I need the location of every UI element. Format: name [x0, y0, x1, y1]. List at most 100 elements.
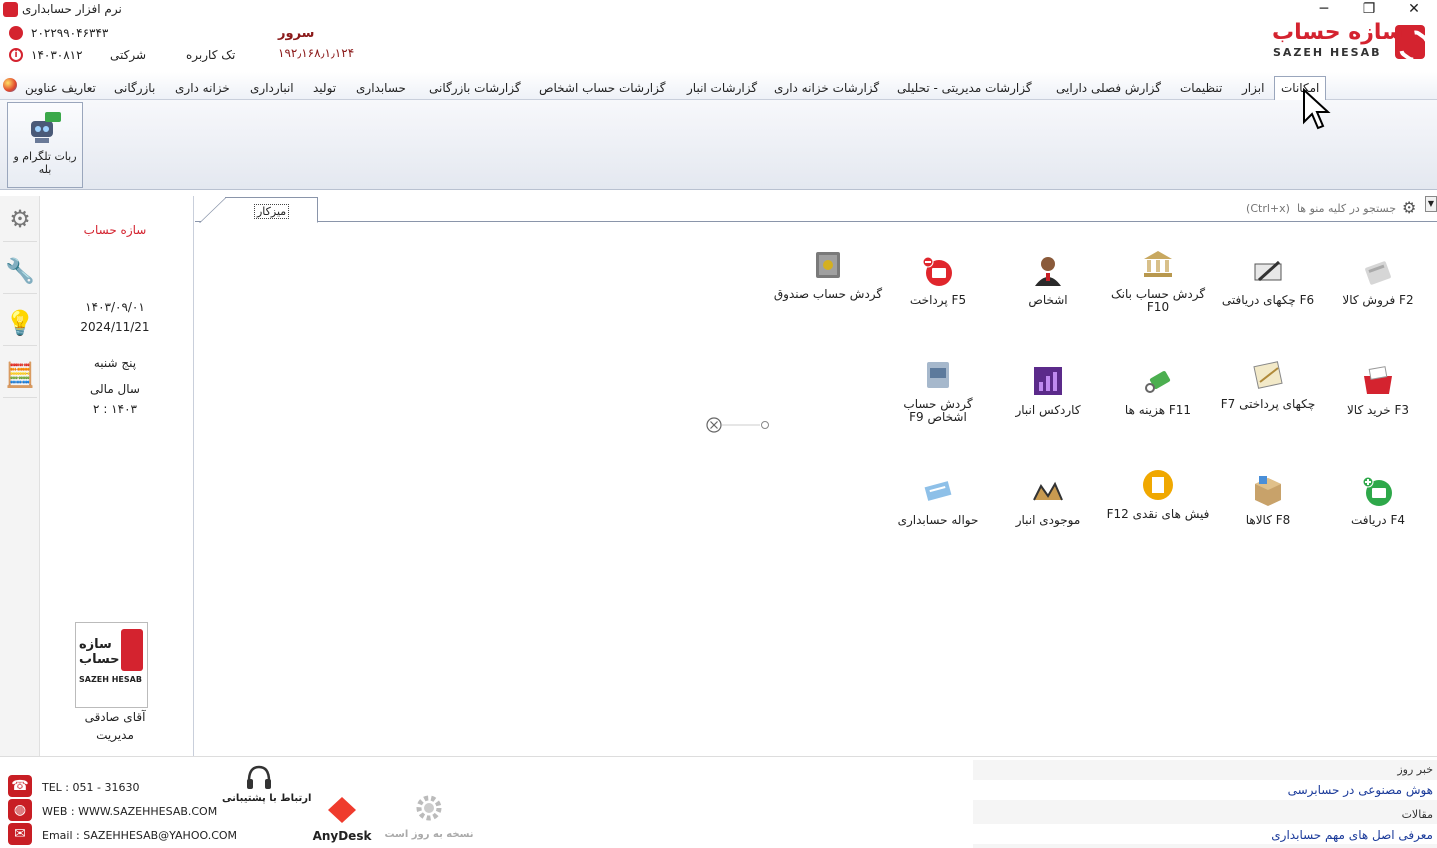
update-gear-icon: [416, 795, 442, 821]
tab-commerce-reports[interactable]: گزارشات بازرگانی: [429, 81, 521, 95]
logo-text-fa: سازه حساب: [1272, 20, 1404, 45]
contact-tel: TEL : 051 - 31630: [42, 781, 140, 794]
info-panel: سازه حساب ۱۴۰۳/۰۹/۰۱ 2024/11/21 پنج شنبه…: [40, 196, 194, 756]
tab-warehouse-reports[interactable]: گزارشات انبار: [687, 81, 757, 95]
window-title: نرم افزار حسابداری: [22, 2, 122, 16]
user-role: مدیریت: [96, 728, 134, 742]
gear-icon[interactable]: ⚙: [3, 196, 37, 242]
phone-icon: ☎: [8, 775, 32, 797]
desk-item-label: موجودی انبار: [1015, 513, 1081, 527]
ribbon: ربات تلگرام و بله: [0, 100, 1437, 190]
lock-icon: [9, 26, 23, 40]
article-item-link[interactable]: معرفی اصل های مهم حسابداری: [1271, 828, 1433, 842]
dropdown-arrow-icon[interactable]: ▼: [1425, 196, 1437, 212]
received-checks-icon: [1254, 260, 1282, 282]
info-icon: i: [9, 48, 23, 62]
tab-definitions[interactable]: تعاریف عناوین: [25, 81, 96, 95]
restore-button[interactable]: ❐: [1346, 0, 1392, 20]
tab-production[interactable]: تولید: [313, 81, 336, 95]
company-name: سازه حساب: [83, 223, 147, 237]
news-panel: خبر روز هوش مصنوعی در حسابرسی مقالات معر…: [973, 760, 1437, 848]
tab-seasonal-report[interactable]: گزارش فصلی دارایی: [1056, 81, 1161, 95]
person-icon: [1035, 257, 1061, 286]
close-button[interactable]: ✕: [1391, 0, 1437, 20]
cash-slips-icon: [1143, 470, 1173, 500]
telegram-bot-label: ربات تلگرام و بله: [13, 150, 77, 176]
desk-item-label: کاردکس انبار: [1015, 403, 1081, 417]
cardex-icon: [1034, 367, 1062, 395]
update-label: نسخه به روز است: [384, 829, 474, 840]
purchase-icon: [1364, 366, 1392, 394]
wrench-icon[interactable]: 🔧: [3, 248, 37, 294]
contact-email[interactable]: Email : SAZEHHESAB@YAHOO.COM: [42, 829, 237, 842]
support-label: ارتباط با پشتیبانی: [222, 793, 312, 804]
tab-treasury[interactable]: خزانه داری: [175, 81, 230, 95]
main-menu-bar: امکانات ابزار تنظیمات گزارش فصلی دارایی …: [0, 72, 1437, 101]
inventory-icon: [1033, 481, 1063, 501]
user-avatar: سازه حساب SAZEH HESAB: [75, 622, 148, 708]
safe-icon: [816, 252, 840, 278]
tab-desk[interactable]: میزکار: [199, 197, 318, 223]
desk-item-label: چکهای پرداختی F7: [1220, 397, 1316, 411]
logo-text-en: SAZEH HESAB: [1273, 46, 1382, 59]
server-ip: ۱۹۲٫۱۶۸٫۱٫۱۲۴: [278, 46, 355, 60]
desk-item-label: اشخاص: [1028, 293, 1068, 307]
robot-chat-icon: [31, 112, 61, 143]
bank-icon: [1144, 251, 1172, 277]
anydesk-icon: [328, 797, 356, 823]
date-gregorian: 2024/11/21: [80, 320, 150, 334]
left-toolbar: ⚙ 🔧 💡 🧮: [0, 196, 40, 756]
payment-icon: [922, 256, 952, 286]
tab-settings[interactable]: تنظیمات: [1180, 81, 1222, 95]
avatar-logo-fa: سازه حساب: [79, 637, 120, 667]
tab-warehousing[interactable]: انبارداری: [250, 81, 294, 95]
menu-search-input[interactable]: [1188, 200, 1396, 216]
anydesk-button[interactable]: AnyDesk: [310, 797, 374, 843]
accounting-voucher-icon: [924, 481, 952, 501]
license-code: ۱۴۰۳۰۸۱۲: [31, 48, 83, 62]
user-mode: تک کاربره: [186, 48, 236, 62]
contact-web[interactable]: WEB : WWW.SAZEHHESAB.COM: [42, 805, 217, 818]
globe-icon: ◍: [8, 799, 32, 821]
receipt-icon: [1362, 476, 1392, 506]
minimize-button[interactable]: ─: [1301, 0, 1347, 20]
desk-item-label: F8 کالاها: [1245, 513, 1291, 527]
tab-commerce[interactable]: بازرگانی: [114, 81, 155, 95]
title-bar: نرم افزار حسابداری ─ ❐ ✕: [0, 0, 1437, 20]
weekday: پنج شنبه: [93, 356, 137, 370]
app-icon: [3, 2, 18, 17]
telegram-bot-button[interactable]: ربات تلگرام و بله: [7, 102, 83, 188]
date-persian: ۱۴۰۳/۰۹/۰۱: [85, 300, 145, 314]
persons-ledger-icon: [927, 362, 949, 388]
mouse-cursor-icon: [1303, 88, 1331, 130]
tab-accounting[interactable]: حسابداری: [356, 81, 406, 95]
desk-item-label: حواله حسابداری: [897, 513, 979, 527]
desk-item-label: گردش حساب بانک F10: [1110, 287, 1206, 314]
desk-item-label: F3 خرید کالا: [1346, 403, 1410, 417]
desk-item-label: گردش حساب صندوق: [773, 287, 883, 301]
paid-checks-icon: [1253, 361, 1283, 389]
user-name: آقای صادقی: [84, 710, 146, 724]
tab-desk-label: میزکار: [254, 204, 290, 219]
theme-icon[interactable]: [3, 78, 17, 92]
articles-title: مقالات: [1401, 808, 1433, 821]
lightbulb-icon[interactable]: 💡: [3, 300, 37, 346]
desk-item-label: گردش حساب اشخاص F9: [903, 397, 973, 424]
sales-icon: [1365, 261, 1391, 285]
tab-accounts-reports[interactable]: گزارشات حساب اشخاص: [539, 81, 665, 95]
news-item-link[interactable]: هوش مصنوعی در حسابرسی: [1288, 783, 1433, 797]
company-type: شرکتی: [110, 48, 147, 62]
desk-item-label: F4 دریافت: [1350, 513, 1405, 527]
app-header: ۲۰۲۲۹۹۰۴۶۳۴۳ i ۱۴۰۳۰۸۱۲ شرکتی تک کاربره …: [0, 20, 1437, 72]
settings-gear-icon[interactable]: ⚙: [1402, 198, 1416, 217]
tab-treasury-reports[interactable]: گزارشات خزانه داری: [774, 81, 879, 95]
news-title: خبر روز: [1397, 763, 1433, 776]
support-button[interactable]: ارتباط با پشتیبانی: [222, 765, 311, 804]
tab-management-reports[interactable]: گزارشات مدیریتی - تحلیلی: [897, 81, 1032, 95]
calculator-icon[interactable]: 🧮: [3, 352, 37, 398]
update-status[interactable]: نسخه به روز است: [384, 795, 474, 840]
desk-item-label: F11 هزینه ها: [1124, 403, 1192, 417]
desk-zoom-slider[interactable]: [706, 417, 772, 433]
phone-number: ۲۰۲۲۹۹۰۴۶۳۴۳: [31, 26, 109, 40]
tab-tools[interactable]: ابزار: [1242, 81, 1264, 95]
